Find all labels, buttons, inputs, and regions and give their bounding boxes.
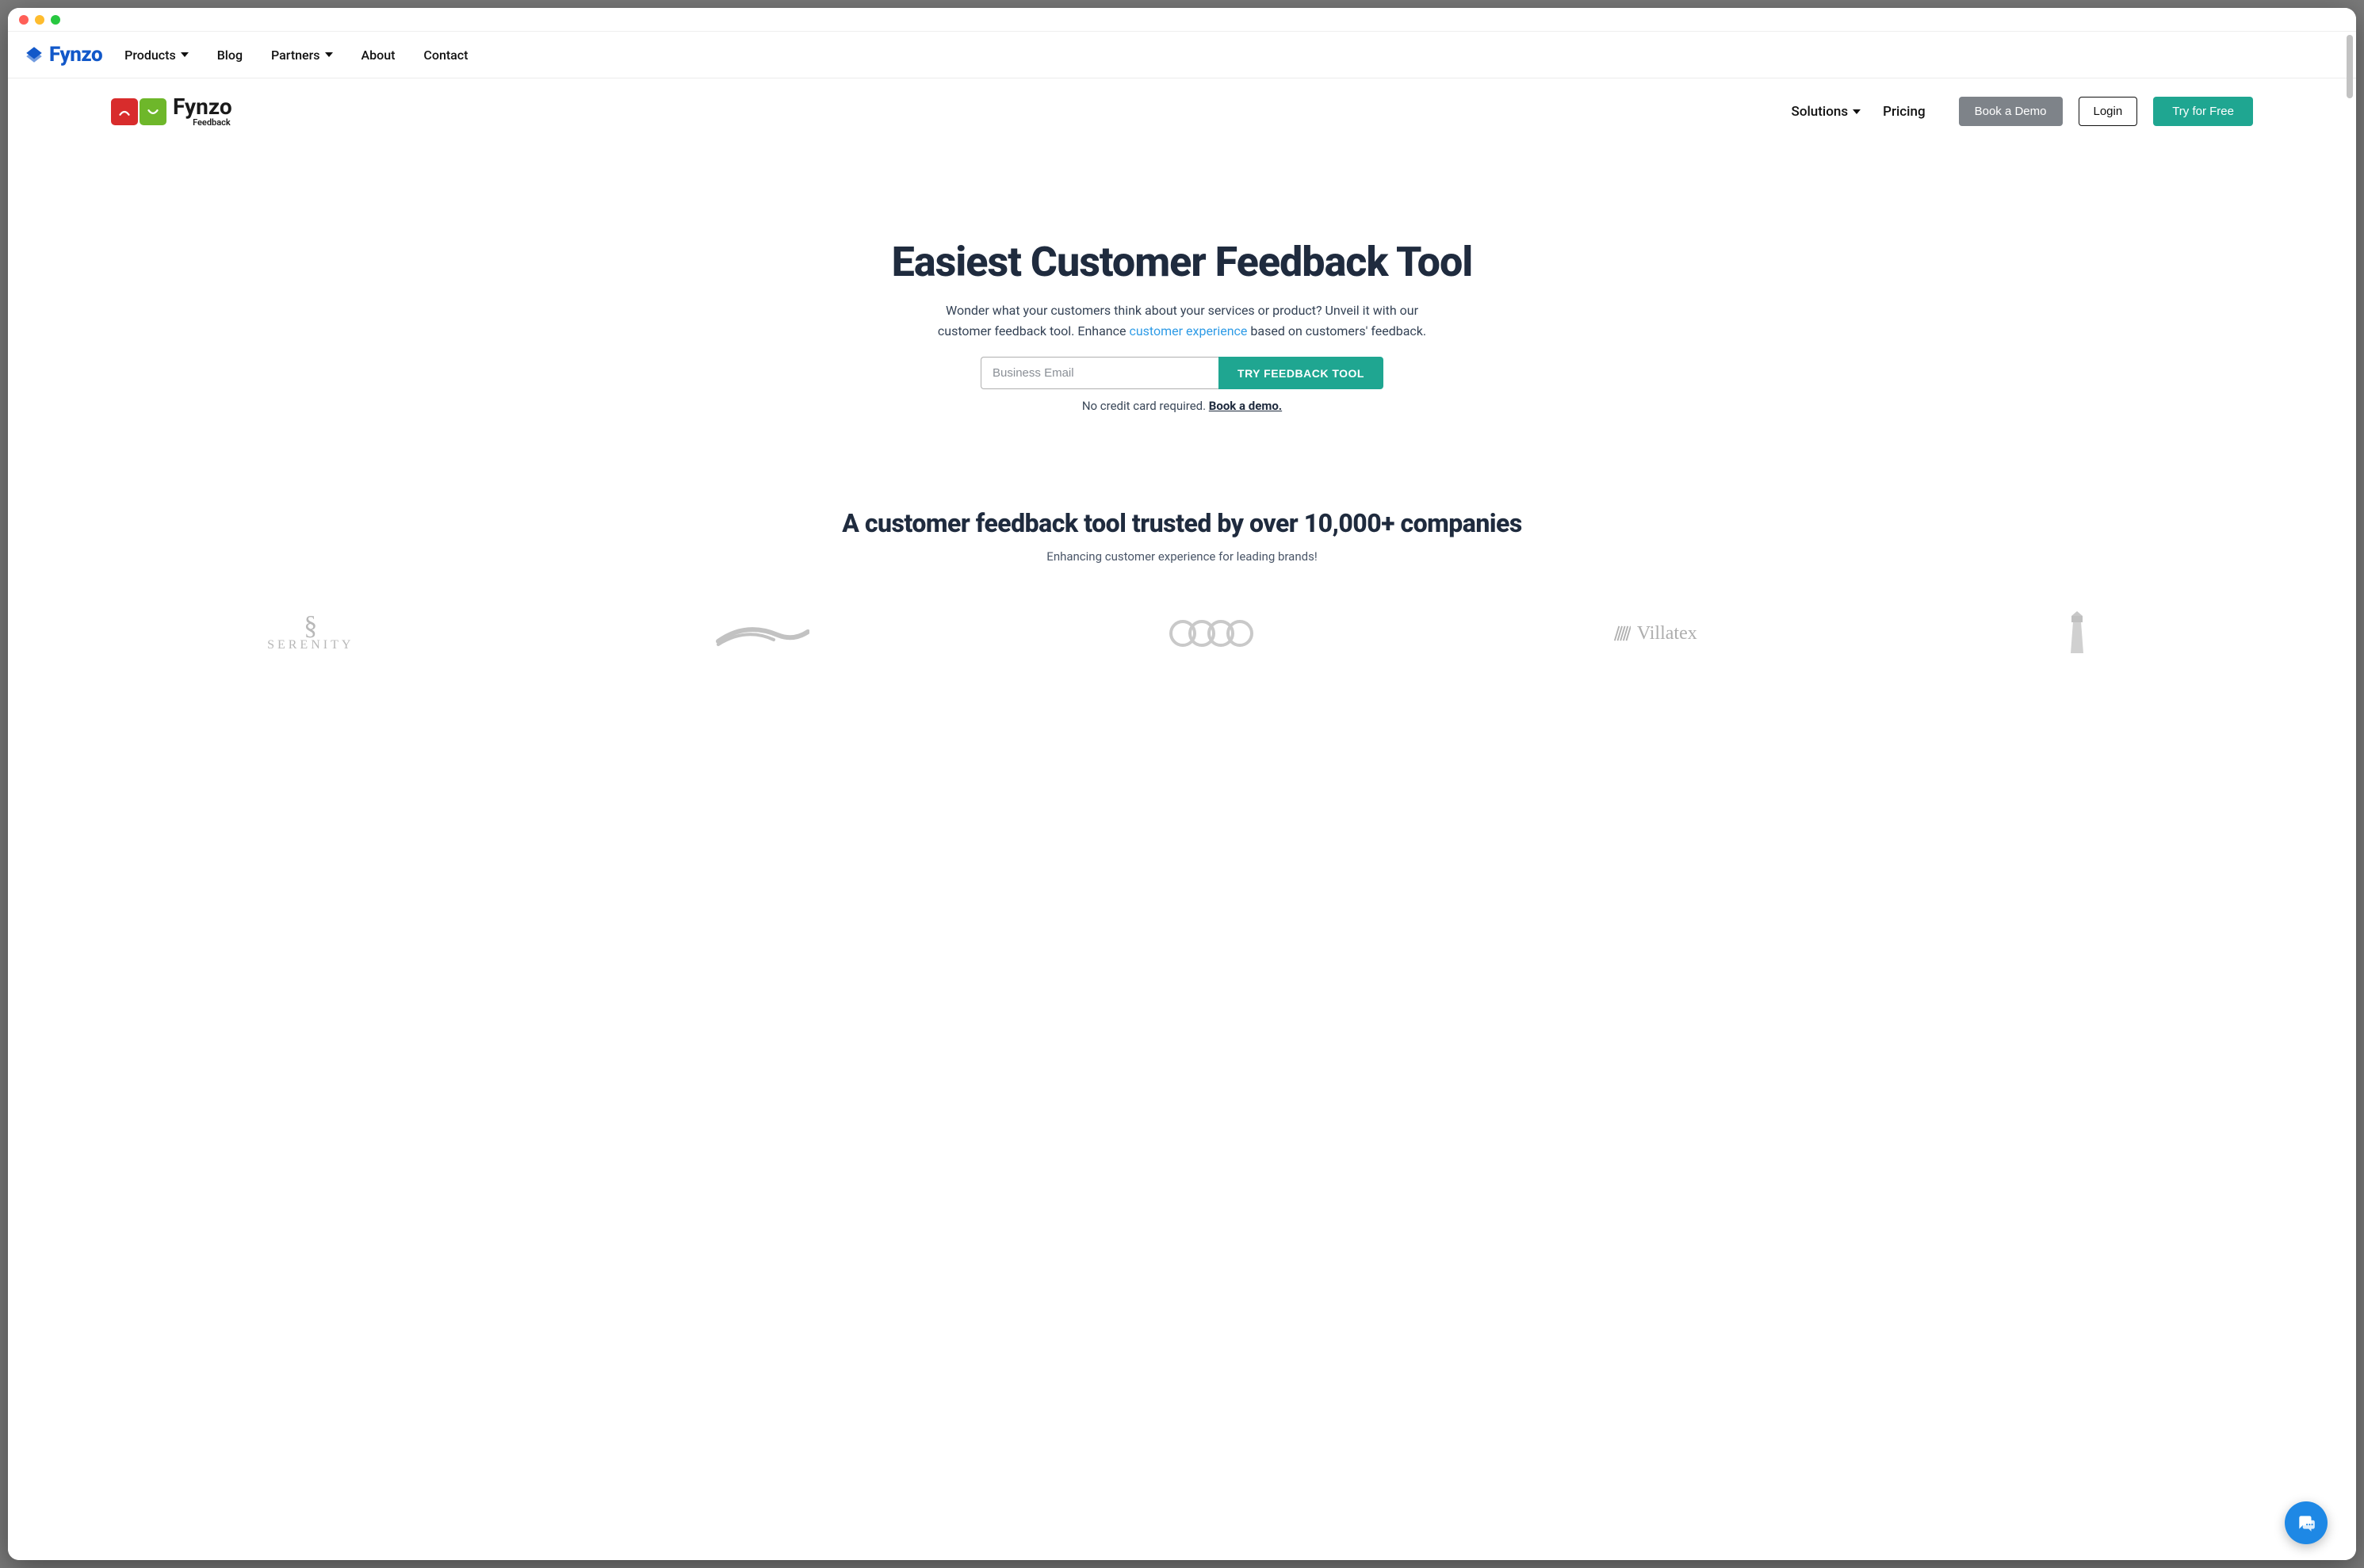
chevron-down-icon [325,52,333,57]
happy-face-icon [140,98,166,125]
nav-pricing[interactable]: Pricing [1883,104,1926,120]
scrollbar-thumb[interactable] [2347,35,2353,98]
trusted-headline: A customer feedback tool trusted by over… [8,508,2356,538]
chevron-down-icon [1853,109,1861,114]
feedback-smiley-icon [111,98,166,125]
nav-contact[interactable]: Contact [423,48,468,63]
business-email-input[interactable] [981,357,1218,389]
brand-logo[interactable]: Fynzo [24,43,102,67]
global-nav: Fynzo Products Blog Partners About [8,32,2356,78]
try-feedback-tool-button[interactable]: TRY FEEDBACK TOOL [1218,357,1383,389]
maximize-window-button[interactable] [51,15,60,25]
nav-partners[interactable]: Partners [271,48,333,63]
login-button[interactable]: Login [2079,97,2138,126]
close-window-button[interactable] [19,15,29,25]
nav-products[interactable]: Products [124,48,189,63]
rings-icon [1169,620,1253,647]
global-menu: Products Blog Partners About Contact [124,48,468,63]
hero-note: No credit card required. Book a demo. [40,399,2324,413]
email-signup-form: TRY FEEDBACK TOOL [40,357,2324,389]
brand-text: Fynzo [49,43,102,67]
nav-blog[interactable]: Blog [217,48,243,63]
page-viewport: Fynzo Products Blog Partners About [8,32,2356,1560]
hatch-icon [1613,625,1631,642]
customer-logos-row: § SERENITY Villatex [8,610,2356,657]
customer-logo-lighthouse [2057,610,2097,657]
product-name: Fynzo Feedback [173,96,232,127]
customer-logo-villatex: Villatex [1613,623,1697,644]
brand-icon [24,44,44,65]
product-nav-right: Solutions Pricing Book a Demo Login Try … [1792,97,2253,126]
chat-icon [2296,1513,2316,1533]
nav-solutions[interactable]: Solutions [1792,104,1861,120]
hero-headline: Easiest Customer Feedback Tool [40,238,2324,286]
hero-subtext: Wonder what your customers think about y… [924,300,1440,341]
nav-about[interactable]: About [361,48,396,63]
try-free-button[interactable]: Try for Free [2153,97,2253,126]
customer-logo-rings [1169,620,1253,647]
lighthouse-icon [2057,610,2097,657]
sad-face-icon [111,98,138,125]
customer-logo-wave [714,618,809,649]
chevron-down-icon [181,52,189,57]
trusted-subtext: Enhancing customer experience for leadin… [8,549,2356,564]
browser-window: Fynzo Products Blog Partners About [8,8,2356,1560]
serenity-mark-icon: § [304,615,317,637]
customer-logo-serenity: § SERENITY [267,615,354,652]
minimize-window-button[interactable] [35,15,44,25]
hero-section: Easiest Customer Feedback Tool Wonder wh… [8,238,2356,413]
book-demo-link[interactable]: Book a demo. [1209,399,1282,413]
product-nav: Fynzo Feedback Solutions Pricing Book a … [8,78,2356,127]
product-logo[interactable]: Fynzo Feedback [111,96,232,127]
book-demo-button[interactable]: Book a Demo [1959,97,2063,126]
window-title-bar [8,8,2356,32]
product-menu: Solutions Pricing [1792,104,1926,120]
chat-widget-button[interactable] [2285,1501,2328,1544]
trusted-section: A customer feedback tool trusted by over… [8,508,2356,657]
customer-experience-link[interactable]: customer experience [1129,323,1247,338]
